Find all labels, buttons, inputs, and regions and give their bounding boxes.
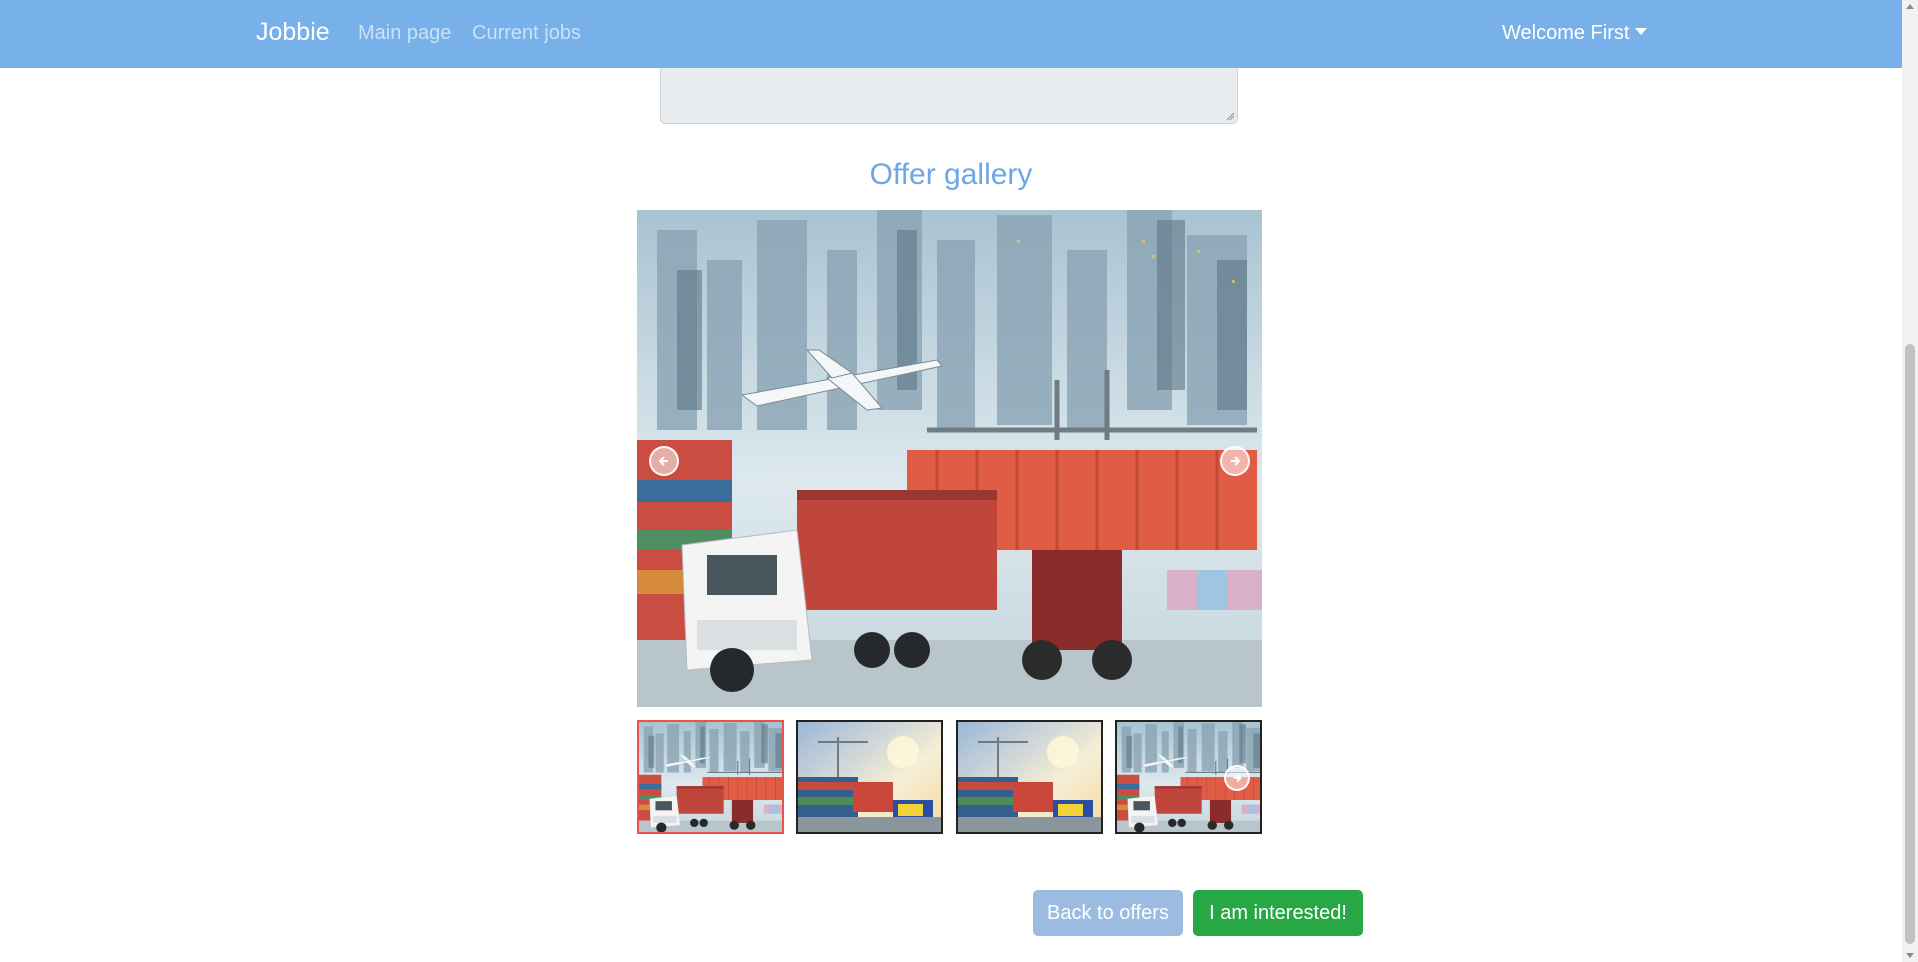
scroll-up-icon[interactable]	[1906, 4, 1914, 9]
gallery-thumbnails	[637, 720, 1262, 834]
thumbnail-4[interactable]	[1115, 720, 1262, 834]
thumbnail-2[interactable]	[796, 720, 943, 834]
back-to-offers-button[interactable]: Back to offers	[1033, 890, 1183, 936]
caret-down-icon	[1635, 28, 1648, 35]
chevron-right-icon	[1233, 773, 1242, 783]
chevron-left-icon	[658, 456, 668, 466]
gallery-title: Offer gallery	[869, 158, 1033, 191]
gallery-main-image	[637, 210, 1262, 707]
port-photo-thumb	[958, 722, 1103, 834]
user-menu-dropdown[interactable]: Welcome First	[1502, 22, 1648, 45]
interested-button[interactable]: I am interested!	[1193, 890, 1363, 936]
page-scrollbar[interactable]	[1902, 0, 1918, 962]
navbar: Jobbie Main page Current jobs Welcome Fi…	[0, 0, 1902, 68]
logistics-photo	[637, 210, 1262, 707]
gallery-next-button[interactable]	[1220, 446, 1250, 476]
nav-link-current-jobs[interactable]: Current jobs	[472, 22, 581, 45]
resize-handle-icon[interactable]	[1226, 112, 1235, 121]
gallery-prev-button[interactable]	[649, 446, 679, 476]
scrollbar-thumb[interactable]	[1905, 344, 1915, 944]
scroll-down-icon[interactable]	[1906, 953, 1914, 958]
thumbnail-3[interactable]	[956, 720, 1103, 834]
chevron-right-icon	[1231, 456, 1241, 466]
logistics-photo-thumb	[639, 722, 784, 834]
brand-logo[interactable]: Jobbie	[256, 18, 330, 47]
thumbnails-next-button[interactable]	[1224, 765, 1250, 791]
nav-link-main-page[interactable]: Main page	[358, 22, 451, 45]
thumbnail-1[interactable]	[637, 720, 784, 834]
user-menu-label: Welcome First	[1502, 22, 1630, 44]
port-photo-thumb	[798, 722, 943, 834]
